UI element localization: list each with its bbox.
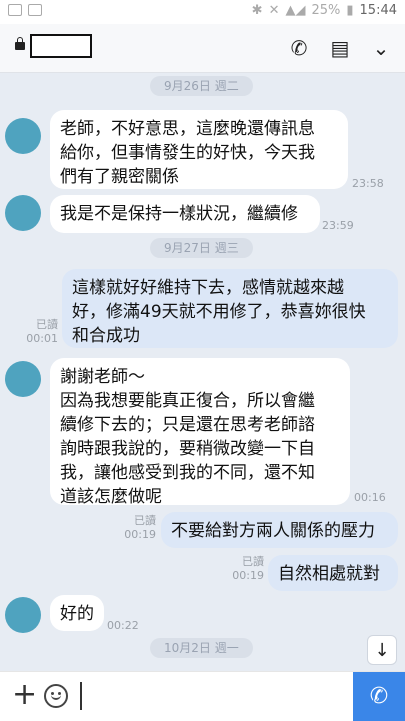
avatar[interactable] (5, 195, 41, 231)
message-time: 00:01 (26, 332, 58, 345)
plus-icon[interactable]: + (12, 680, 37, 710)
notification-icons (8, 4, 42, 16)
avatar[interactable] (5, 118, 41, 154)
battery-icon: ▮ (346, 3, 354, 18)
contact-name[interactable] (30, 34, 92, 58)
arrow-down-icon: ↓ (374, 639, 390, 661)
message-bubble[interactable]: 我是不是保持一樣狀況，繼續修 (50, 195, 320, 233)
message-time: 00:19 (232, 569, 264, 582)
phone-icon[interactable]: ✆ (287, 36, 311, 60)
avatar[interactable] (5, 597, 41, 633)
signal-icon: ▲◢ (285, 3, 306, 18)
message-bubble[interactable]: 好的 (50, 595, 104, 631)
call-button[interactable]: ✆ (353, 672, 405, 721)
clock: 15:44 (359, 3, 397, 18)
chat-area[interactable]: 9月26日 週二 老師，不好意思，這麼晚還傳訊息 給你，但事情發生的好快，今天我… (0, 73, 405, 671)
scroll-to-bottom-button[interactable]: ↓ (367, 635, 397, 665)
phone-icon: ✆ (369, 684, 389, 709)
message-bubble[interactable]: 謝謝老師～ 因為我想要能真正復合，所以會繼 續修下去的；只是還在思考老師諮 詢時… (50, 358, 350, 507)
mute-icon: ✕ (268, 3, 280, 18)
read-receipt: 已讀 (242, 555, 264, 568)
chat-header: ✆ ▤ ⌄ (0, 24, 405, 73)
status-bar: ✱ ✕ ▲◢ 25% ▮ 15:44 (0, 0, 405, 24)
message-time: 00:16 (354, 491, 386, 504)
avatar[interactable] (5, 361, 41, 397)
message-bubble[interactable]: 不要給對方兩人關係的壓力 (161, 512, 398, 548)
status-right: ✱ ✕ ▲◢ 25% ▮ 15:44 (252, 3, 397, 18)
date-separator: 9月26日 週二 (150, 76, 253, 96)
bluetooth-icon: ✱ (251, 3, 263, 18)
message-time: 23:59 (322, 219, 354, 232)
lock-icon (15, 37, 25, 50)
message-bubble[interactable]: 自然相處就對 (268, 555, 398, 591)
notes-icon[interactable]: ▤ (328, 36, 352, 60)
read-receipt: 已讀 (36, 318, 58, 331)
chevron-down-icon[interactable]: ⌄ (369, 36, 393, 60)
mail-notification-icon (28, 4, 42, 16)
date-separator: 9月27日 週三 (150, 238, 253, 258)
read-receipt: 已讀 (134, 514, 156, 527)
message-bubble[interactable]: 這樣就好好維持下去，感情就越來越 好，修滿49天就不用修了，恭喜妳很快 和合成功 (62, 269, 398, 348)
gallery-notification-icon (8, 4, 22, 16)
message-time: 00:19 (124, 528, 156, 541)
message-bubble[interactable]: 老師，不好意思，這麼晚還傳訊息 給你，但事情發生的好快，今天我 們有了親密關係 (50, 110, 348, 189)
message-input-bar: + ✆ (0, 671, 405, 721)
battery-level: 25% (311, 3, 341, 18)
message-time: 23:58 (352, 177, 384, 190)
message-input[interactable] (80, 682, 82, 710)
date-separator: 10月2日 週一 (150, 638, 253, 658)
emoji-icon[interactable] (44, 684, 68, 708)
message-time: 00:22 (107, 619, 139, 632)
